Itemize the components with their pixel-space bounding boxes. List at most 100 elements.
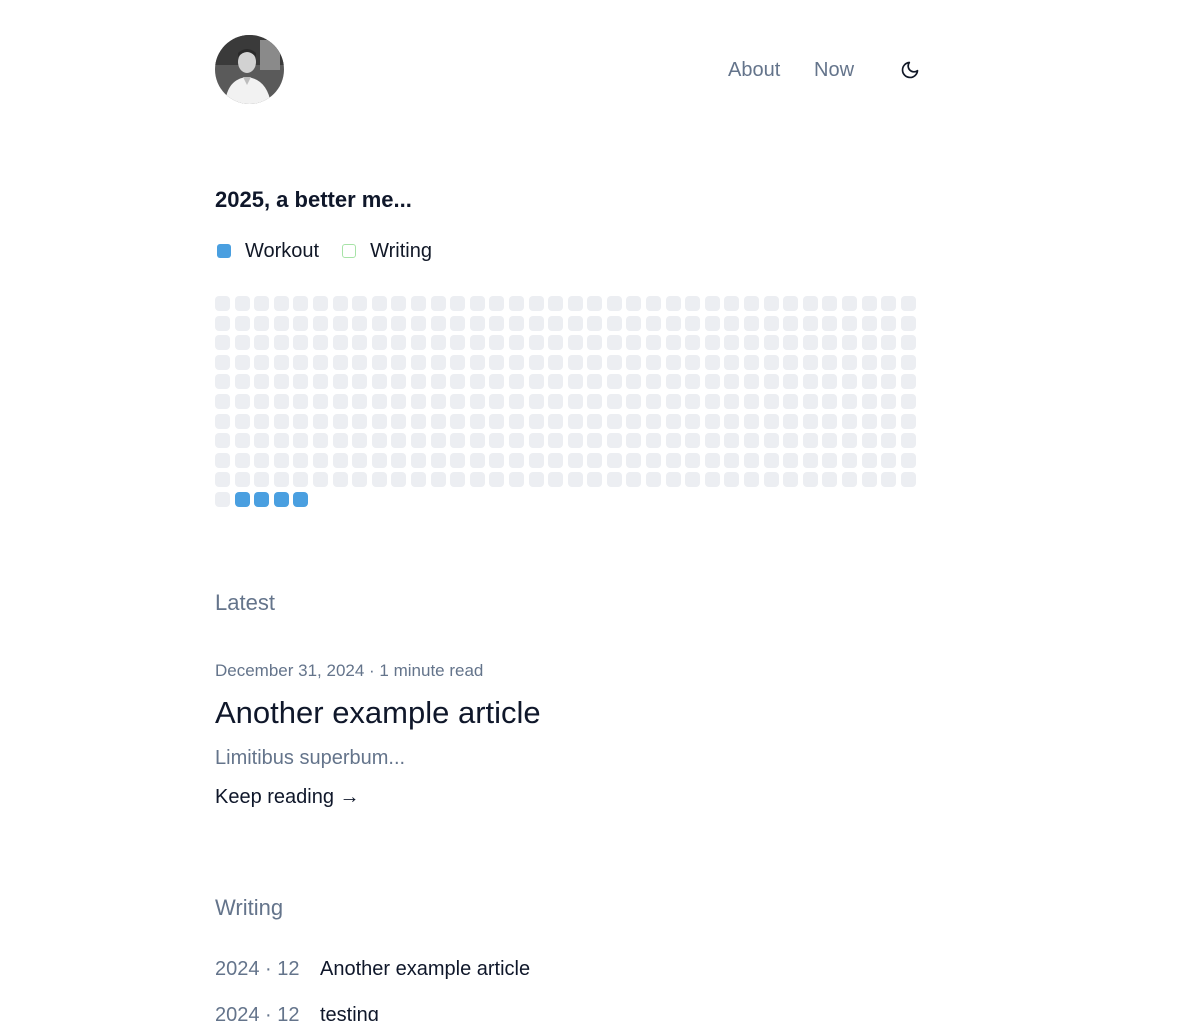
day-cell <box>822 393 838 409</box>
day-cell <box>508 315 524 331</box>
day-cell <box>391 354 407 370</box>
day-cell <box>508 393 524 409</box>
day-cell <box>763 472 779 488</box>
day-cell <box>724 296 740 311</box>
day-cell <box>626 374 642 390</box>
day-cell <box>900 433 916 449</box>
day-cell <box>293 433 309 449</box>
day-cell <box>508 472 524 488</box>
day-cell <box>783 452 799 468</box>
day-cell <box>234 296 250 311</box>
day-cell <box>685 472 701 488</box>
day-cell <box>469 452 485 468</box>
avatar[interactable] <box>215 35 284 104</box>
day-cell <box>626 354 642 370</box>
day-cell <box>900 472 916 488</box>
day-cell <box>724 374 740 390</box>
day-cell <box>528 413 544 429</box>
day-cell <box>606 452 622 468</box>
day-cell <box>352 433 368 449</box>
day-cell <box>469 296 485 311</box>
day-cell <box>665 354 681 370</box>
day-cell <box>763 374 779 390</box>
nav-about-link[interactable]: About <box>728 57 780 83</box>
day-cell <box>371 413 387 429</box>
day-cell <box>606 374 622 390</box>
day-cell <box>646 452 662 468</box>
day-cell <box>881 393 897 409</box>
day-cell <box>371 433 387 449</box>
day-cell <box>528 452 544 468</box>
day-cell <box>900 296 916 311</box>
day-cell <box>391 335 407 351</box>
day-cell <box>842 413 857 429</box>
writing-list-item[interactable]: 2024 · 12 testing <box>215 1002 530 1021</box>
day-cell <box>802 354 818 370</box>
day-cell <box>489 472 505 488</box>
day-cell <box>842 296 857 311</box>
day-cell <box>724 472 740 488</box>
avatar-photo <box>215 35 284 104</box>
writing-swatch <box>342 244 357 258</box>
day-cell <box>822 335 838 351</box>
day-cell <box>410 393 426 409</box>
day-cell <box>528 335 544 351</box>
day-cell <box>430 296 446 311</box>
day-cell <box>744 374 760 390</box>
day-cell <box>704 354 720 370</box>
day-cell <box>312 413 328 429</box>
day-cell <box>900 413 916 429</box>
day-cell <box>587 452 603 468</box>
day-cell <box>391 296 407 311</box>
day-cell <box>528 472 544 488</box>
day-cell <box>881 296 897 311</box>
day-cell <box>626 472 642 488</box>
day-cell <box>685 296 701 311</box>
day-cell <box>528 296 544 311</box>
day-cell <box>332 296 348 311</box>
day-cell <box>234 354 250 370</box>
day-cell <box>626 452 642 468</box>
day-cell <box>548 433 564 449</box>
day-cell <box>450 354 466 370</box>
day-cell <box>861 296 877 311</box>
day-cell <box>215 433 230 449</box>
day-cell <box>215 452 230 468</box>
nav-now-link[interactable]: Now <box>814 57 854 83</box>
keep-reading-link[interactable]: Keep reading → <box>215 784 360 810</box>
day-cell <box>371 296 387 311</box>
day-cell <box>744 472 760 488</box>
day-cell <box>234 413 250 429</box>
day-cell <box>254 296 270 311</box>
day-cell <box>312 472 328 488</box>
day-cell <box>783 354 799 370</box>
day-cell <box>783 413 799 429</box>
writing-list-item[interactable]: 2024 · 12 Another example article <box>215 956 530 982</box>
day-cell <box>215 472 230 488</box>
day-cell <box>391 315 407 331</box>
day-cell <box>410 433 426 449</box>
day-cell <box>665 315 681 331</box>
day-cell <box>587 413 603 429</box>
day-cell <box>567 374 583 390</box>
day-cell <box>215 374 230 390</box>
day-cell <box>430 452 446 468</box>
day-cell <box>587 433 603 449</box>
day-cell <box>822 315 838 331</box>
day-cell <box>312 452 328 468</box>
day-cell <box>508 374 524 390</box>
day-cell <box>410 472 426 488</box>
day-grid <box>215 296 919 507</box>
tracker-title: 2025, a better me... <box>215 187 412 212</box>
day-cell <box>567 335 583 351</box>
day-cell <box>332 393 348 409</box>
day-cell <box>783 472 799 488</box>
day-cell <box>842 472 857 488</box>
writing-item-date: 2024 · 12 <box>215 1004 300 1021</box>
day-cell <box>744 452 760 468</box>
day-cell <box>724 315 740 331</box>
post-title-link[interactable]: Another example article <box>215 693 541 733</box>
theme-toggle-button[interactable] <box>898 58 922 82</box>
day-cell <box>254 472 270 488</box>
day-cell <box>646 413 662 429</box>
